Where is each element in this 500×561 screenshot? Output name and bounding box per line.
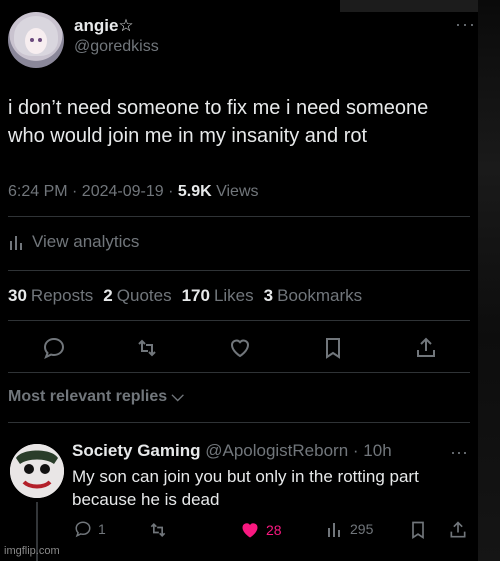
post-stats: 30 Reposts 2 Quotes 170 Likes 3 Bookmarks bbox=[8, 286, 362, 306]
stat-likes[interactable]: 170 Likes bbox=[182, 286, 254, 306]
reply-repost-button[interactable] bbox=[148, 520, 168, 540]
share-icon bbox=[417, 337, 435, 357]
author-avatar[interactable] bbox=[8, 12, 64, 68]
reply-author-name[interactable]: Society Gaming bbox=[72, 441, 200, 460]
stat-quotes[interactable]: 2 Quotes bbox=[103, 286, 171, 306]
post-header: angie☆ @goredkiss ··· bbox=[8, 12, 476, 68]
reply-views-button[interactable]: 295 bbox=[326, 520, 373, 538]
reply-reply-button[interactable]: 1 bbox=[74, 520, 106, 538]
bookmark-icon bbox=[326, 338, 340, 359]
view-analytics-label: View analytics bbox=[32, 232, 140, 251]
analytics-icon bbox=[328, 523, 340, 537]
post-meta: 6:24 PM · 2024-09-19 · 5.9K Views bbox=[8, 183, 259, 201]
repost-button[interactable] bbox=[133, 334, 161, 362]
reply-time[interactable]: · 10h bbox=[353, 441, 392, 460]
repost-icon bbox=[138, 339, 156, 357]
bookmark-button[interactable] bbox=[319, 334, 347, 362]
reply-share-button[interactable] bbox=[448, 520, 468, 540]
chevron-down-icon: ⌵ bbox=[171, 388, 184, 405]
replies-sort-dropdown[interactable]: Most relevant replies ⌵ bbox=[8, 388, 184, 406]
like-button[interactable] bbox=[226, 334, 254, 362]
watermark: imgflip.com bbox=[4, 545, 60, 557]
reply-bookmark-button[interactable] bbox=[408, 520, 428, 540]
views-count: 5.9K bbox=[177, 183, 212, 200]
background-edge bbox=[340, 0, 500, 12]
divider bbox=[8, 372, 470, 373]
divider bbox=[8, 270, 470, 271]
repost-icon bbox=[150, 522, 166, 538]
post-text: i don’t need someone to fix me i need so… bbox=[8, 97, 429, 147]
divider bbox=[8, 216, 470, 217]
more-options-icon[interactable]: ··· bbox=[455, 14, 476, 35]
reply-like-button[interactable]: 28 bbox=[240, 520, 282, 540]
reply-button[interactable] bbox=[40, 334, 68, 362]
divider bbox=[8, 320, 470, 321]
stat-bookmarks[interactable]: 3 Bookmarks bbox=[264, 286, 363, 306]
author-handle[interactable]: @goredkiss bbox=[74, 38, 159, 56]
analytics-icon bbox=[10, 236, 22, 250]
reply-like-count: 28 bbox=[266, 522, 282, 538]
reply-author-avatar[interactable] bbox=[10, 444, 64, 498]
views-label: Views bbox=[211, 183, 259, 200]
bookmark-icon bbox=[412, 521, 424, 540]
background-edge-right bbox=[478, 0, 500, 561]
author-name[interactable]: angie☆ bbox=[74, 16, 134, 36]
reply-header: Society Gaming @ApologistReborn · 10h bbox=[72, 441, 392, 461]
reply-author-handle[interactable]: @ApologistReborn bbox=[205, 441, 348, 460]
post-actions bbox=[40, 334, 440, 362]
reply-more-options-icon[interactable]: ··· bbox=[450, 442, 468, 463]
view-analytics-link[interactable]: View analytics bbox=[8, 232, 139, 252]
reply-icon bbox=[43, 337, 65, 359]
reply-reply-count: 1 bbox=[98, 521, 106, 537]
replies-sort-label: Most relevant replies bbox=[8, 388, 168, 405]
reply-text: My son can join you but only in the rott… bbox=[72, 467, 419, 509]
heart-icon bbox=[230, 339, 250, 358]
reply-view-count: 295 bbox=[350, 521, 374, 537]
divider bbox=[8, 422, 470, 423]
reply-icon bbox=[75, 521, 91, 538]
stat-reposts[interactable]: 30 Reposts bbox=[8, 286, 93, 306]
share-button[interactable] bbox=[412, 334, 440, 362]
post-time[interactable]: 6:24 PM · 2024-09-19 · bbox=[8, 183, 178, 200]
share-icon bbox=[450, 521, 466, 538]
heart-filled-icon bbox=[242, 523, 258, 538]
